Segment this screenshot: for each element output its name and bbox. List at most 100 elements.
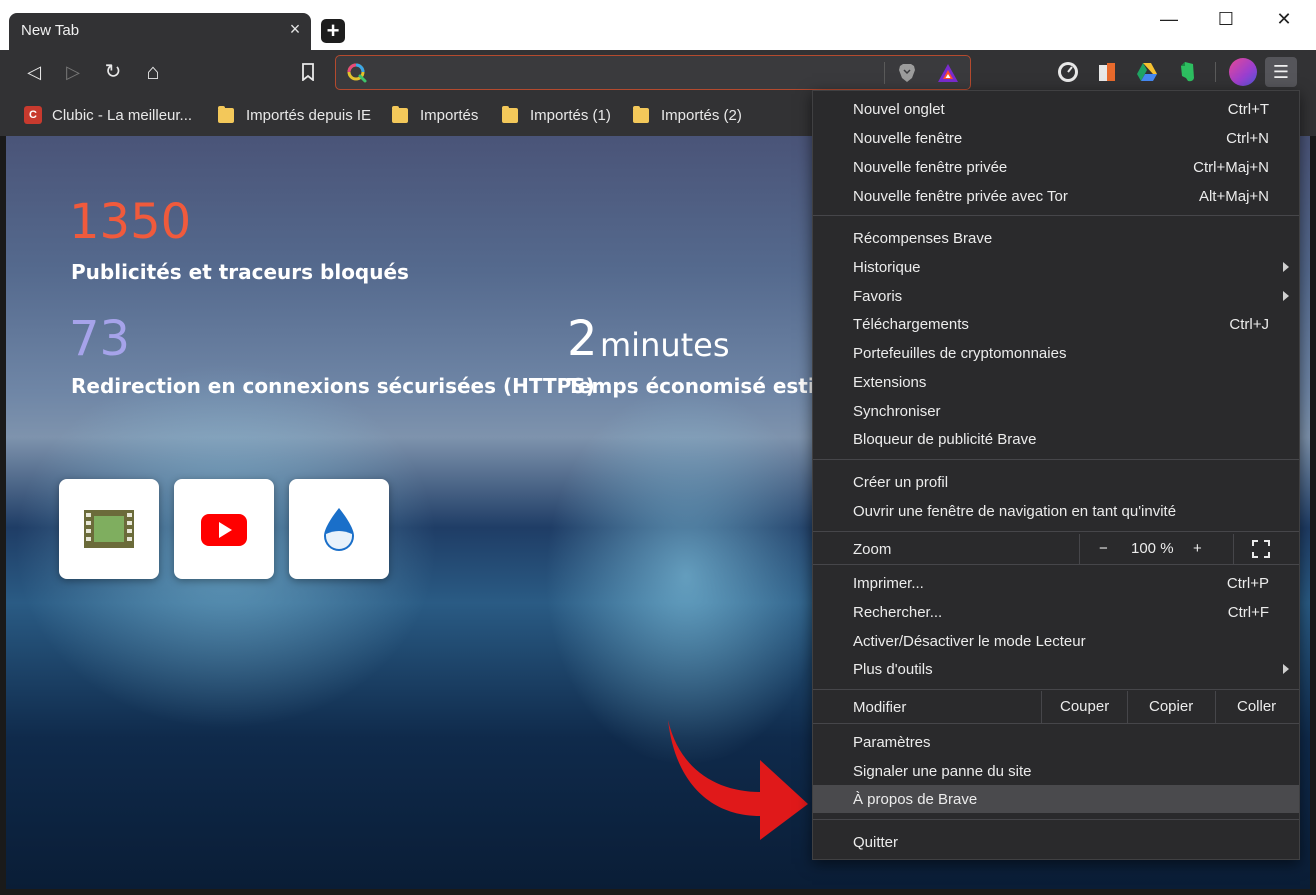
time-saved-label: Temps économisé estim (567, 374, 836, 398)
zoom-out-button[interactable]: − (1099, 540, 1108, 557)
edit-divider (1041, 691, 1042, 723)
submenu-arrow-icon (1283, 262, 1289, 272)
ads-blocked-count: 1350 (69, 194, 192, 250)
folder-icon (218, 105, 234, 123)
menu-edit-row: Modifier Couper Copier Coller (813, 691, 1299, 723)
menu-item-label: Récompenses Brave (853, 229, 993, 247)
menu-separator (813, 459, 1299, 460)
menu-item-downloads[interactable]: Téléchargements Ctrl+J (813, 310, 1299, 338)
evernote-icon[interactable] (1175, 60, 1199, 84)
maximize-button[interactable]: ☐ (1203, 6, 1249, 32)
edit-label: Modifier (853, 698, 907, 716)
menu-item-ad-blocker[interactable]: Bloqueur de publicité Brave (813, 425, 1299, 453)
menu-item-new-private-window[interactable]: Nouvelle fenêtre privée Ctrl+Maj+N (813, 153, 1299, 181)
menu-item-extensions[interactable]: Extensions (813, 368, 1299, 396)
zoom-label: Zoom (853, 540, 892, 558)
window-frame-right (1310, 136, 1316, 895)
menu-separator (813, 564, 1299, 565)
menu-item-find[interactable]: Rechercher... Ctrl+F (813, 598, 1299, 626)
time-saved-unit: minutes (600, 326, 730, 364)
menu-item-label: À propos de Brave (853, 790, 978, 808)
menu-item-create-profile[interactable]: Créer un profil (813, 468, 1299, 496)
new-tab-button[interactable]: + (321, 19, 345, 43)
ads-blocked-label: Publicités et traceurs bloqués (71, 260, 409, 284)
menu-item-bookmarks[interactable]: Favoris (813, 282, 1299, 310)
menu-item-new-window[interactable]: Nouvelle fenêtre Ctrl+N (813, 124, 1299, 152)
menu-item-new-tab[interactable]: Nouvel onglet Ctrl+T (813, 95, 1299, 123)
top-site-tile-youtube[interactable] (174, 479, 274, 579)
speed-dial-icon[interactable] (1056, 60, 1080, 84)
menu-item-shortcut: Ctrl+T (1227, 100, 1269, 118)
bookmark-folder-importes-1[interactable]: Importés (1) (502, 104, 611, 126)
back-button[interactable]: ◁ (22, 60, 46, 84)
bookmark-folder-importes[interactable]: Importés (392, 104, 478, 126)
menu-item-about-brave[interactable]: À propos de Brave (813, 785, 1299, 813)
bookmark-folder-importes-ie[interactable]: Importés depuis IE (218, 104, 371, 126)
https-upgrades-label: Redirection en connexions sécurisées (HT… (71, 374, 595, 398)
toolbar: ◁ ▷ ↻ ⌂ ☰ (0, 50, 1316, 94)
submenu-arrow-icon (1283, 291, 1289, 301)
copy-button[interactable]: Copier (1149, 698, 1193, 715)
menu-item-brave-rewards[interactable]: Récompenses Brave (813, 224, 1299, 252)
brave-rewards-icon[interactable] (936, 62, 960, 84)
menu-item-label: Extensions (853, 373, 927, 391)
paste-button[interactable]: Coller (1237, 698, 1276, 715)
https-upgrades-count: 73 (69, 311, 131, 367)
brave-shields-icon[interactable] (896, 62, 918, 84)
menu-item-label: Synchroniser (853, 402, 941, 420)
menu-item-label: Créer un profil (853, 473, 949, 491)
main-menu-button[interactable]: ☰ (1265, 57, 1297, 87)
menu-item-label: Téléchargements (853, 315, 969, 333)
tab-close-icon[interactable]: × (287, 20, 303, 38)
time-saved-value: 2 (567, 311, 598, 367)
bookmark-folder-importes-2[interactable]: Importés (2) (633, 104, 742, 126)
menu-item-label: Nouvel onglet (853, 100, 945, 118)
top-site-tile-water[interactable] (289, 479, 389, 579)
menu-item-shortcut: Ctrl+Maj+N (1193, 158, 1269, 176)
menu-item-label: Nouvelle fenêtre privée (853, 158, 1008, 176)
home-button[interactable]: ⌂ (141, 60, 165, 84)
reload-button[interactable]: ↻ (101, 60, 125, 84)
menu-item-label: Signaler une panne du site (853, 762, 1032, 780)
menu-separator (813, 531, 1299, 532)
menu-item-label: Imprimer... (853, 574, 924, 592)
forward-button[interactable]: ▷ (61, 60, 85, 84)
clubic-favicon-icon: C (24, 106, 42, 124)
youtube-icon (201, 514, 247, 546)
menu-item-label: Nouvelle fenêtre (853, 129, 963, 147)
menu-item-reader-mode[interactable]: Activer/Désactiver le mode Lecteur (813, 627, 1299, 655)
menu-item-label: Nouvelle fenêtre privée avec Tor (853, 187, 1068, 205)
address-bar[interactable] (335, 55, 971, 90)
top-site-tile-film[interactable] (59, 479, 159, 579)
menu-item-crypto-wallets[interactable]: Portefeuilles de cryptomonnaies (813, 339, 1299, 367)
bookmark-button[interactable] (296, 60, 320, 84)
bookmark-item-clubic[interactable]: C Clubic - La meilleur... (24, 104, 192, 126)
zoom-divider (1079, 534, 1080, 564)
menu-item-report-broken-site[interactable]: Signaler une panne du site (813, 757, 1299, 785)
tab-new-tab[interactable]: New Tab × (9, 13, 311, 50)
menu-separator (813, 723, 1299, 724)
menu-item-print[interactable]: Imprimer... Ctrl+P (813, 569, 1299, 597)
menu-item-quit[interactable]: Quitter (813, 828, 1299, 856)
fullscreen-icon[interactable] (1252, 540, 1270, 558)
bookmark-label: Importés (420, 106, 479, 124)
menu-item-sync[interactable]: Synchroniser (813, 397, 1299, 425)
bookmark-label: Importés depuis IE (246, 106, 372, 124)
film-icon (84, 510, 134, 548)
zoom-in-button[interactable]: + (1193, 540, 1202, 557)
office-extension-icon[interactable] (1095, 60, 1119, 84)
cut-button[interactable]: Couper (1060, 698, 1109, 715)
minimize-button[interactable]: — (1146, 6, 1192, 32)
menu-item-settings[interactable]: Paramètres (813, 728, 1299, 756)
edit-divider (1215, 691, 1216, 723)
red-arrow-annotation (668, 720, 808, 840)
menu-item-new-tor-window[interactable]: Nouvelle fenêtre privée avec Tor Alt+Maj… (813, 182, 1299, 210)
menu-item-label: Favoris (853, 287, 903, 305)
menu-item-history[interactable]: Historique (813, 253, 1299, 281)
profile-avatar[interactable] (1229, 58, 1257, 86)
bookmark-icon (302, 63, 314, 82)
menu-item-more-tools[interactable]: Plus d'outils (813, 655, 1299, 683)
google-drive-icon[interactable] (1135, 60, 1159, 84)
menu-item-guest-window[interactable]: Ouvrir une fenêtre de navigation en tant… (813, 497, 1299, 525)
close-window-button[interactable]: ✕ (1261, 6, 1307, 32)
